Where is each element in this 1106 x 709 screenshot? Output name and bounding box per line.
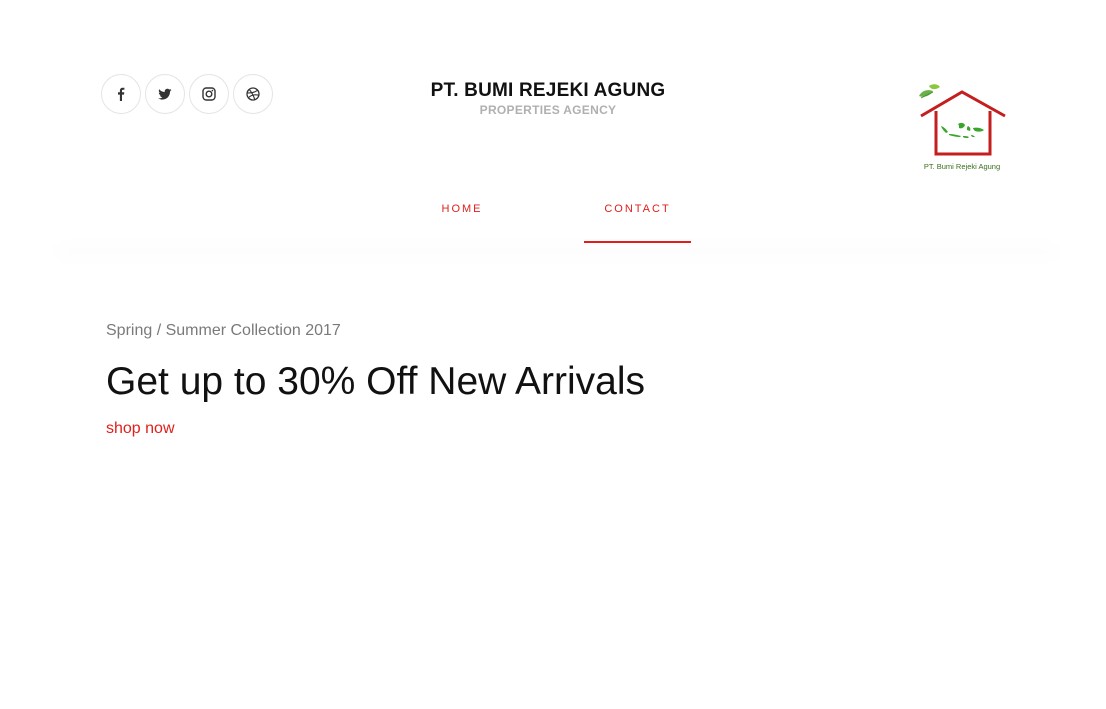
brand-subtitle: PROPERTIES AGENCY [479,103,617,117]
nav-item-contact[interactable]: CONTACT [584,194,691,242]
instagram-button[interactable] [189,74,229,114]
social-links [101,74,273,114]
hero-title: Get up to 30% Off New Arrivals [106,360,646,403]
dribbble-icon [246,87,260,101]
header-shadow [55,243,1058,244]
house-logo-icon: PT. Bumi Rejeki Agung [919,84,1006,171]
site-header: PT. BUMI REJEKI AGUNG PROPERTIES AGENCY … [0,0,1106,244]
facebook-button[interactable] [101,74,141,114]
brand-title[interactable]: PT. BUMI REJEKI AGUNG [398,81,698,101]
twitter-button[interactable] [145,74,185,114]
hero-section: Spring / Summer Collection 2017 Get up t… [106,318,1006,438]
brand: PT. BUMI REJEKI AGUNG PROPERTIES AGENCY [398,81,698,119]
company-logo[interactable]: PT. Bumi Rejeki Agung [913,82,1009,174]
logo-caption: PT. Bumi Rejeki Agung [924,162,1000,171]
main-nav: HOME CONTACT [0,194,1106,244]
twitter-icon [158,88,172,100]
instagram-icon [202,87,216,101]
hero-subtitle: Spring / Summer Collection 2017 [106,322,341,339]
shop-now-link[interactable]: shop now [106,420,175,438]
nav-item-home[interactable]: HOME [420,194,504,242]
dribbble-button[interactable] [233,74,273,114]
facebook-icon [118,87,125,101]
